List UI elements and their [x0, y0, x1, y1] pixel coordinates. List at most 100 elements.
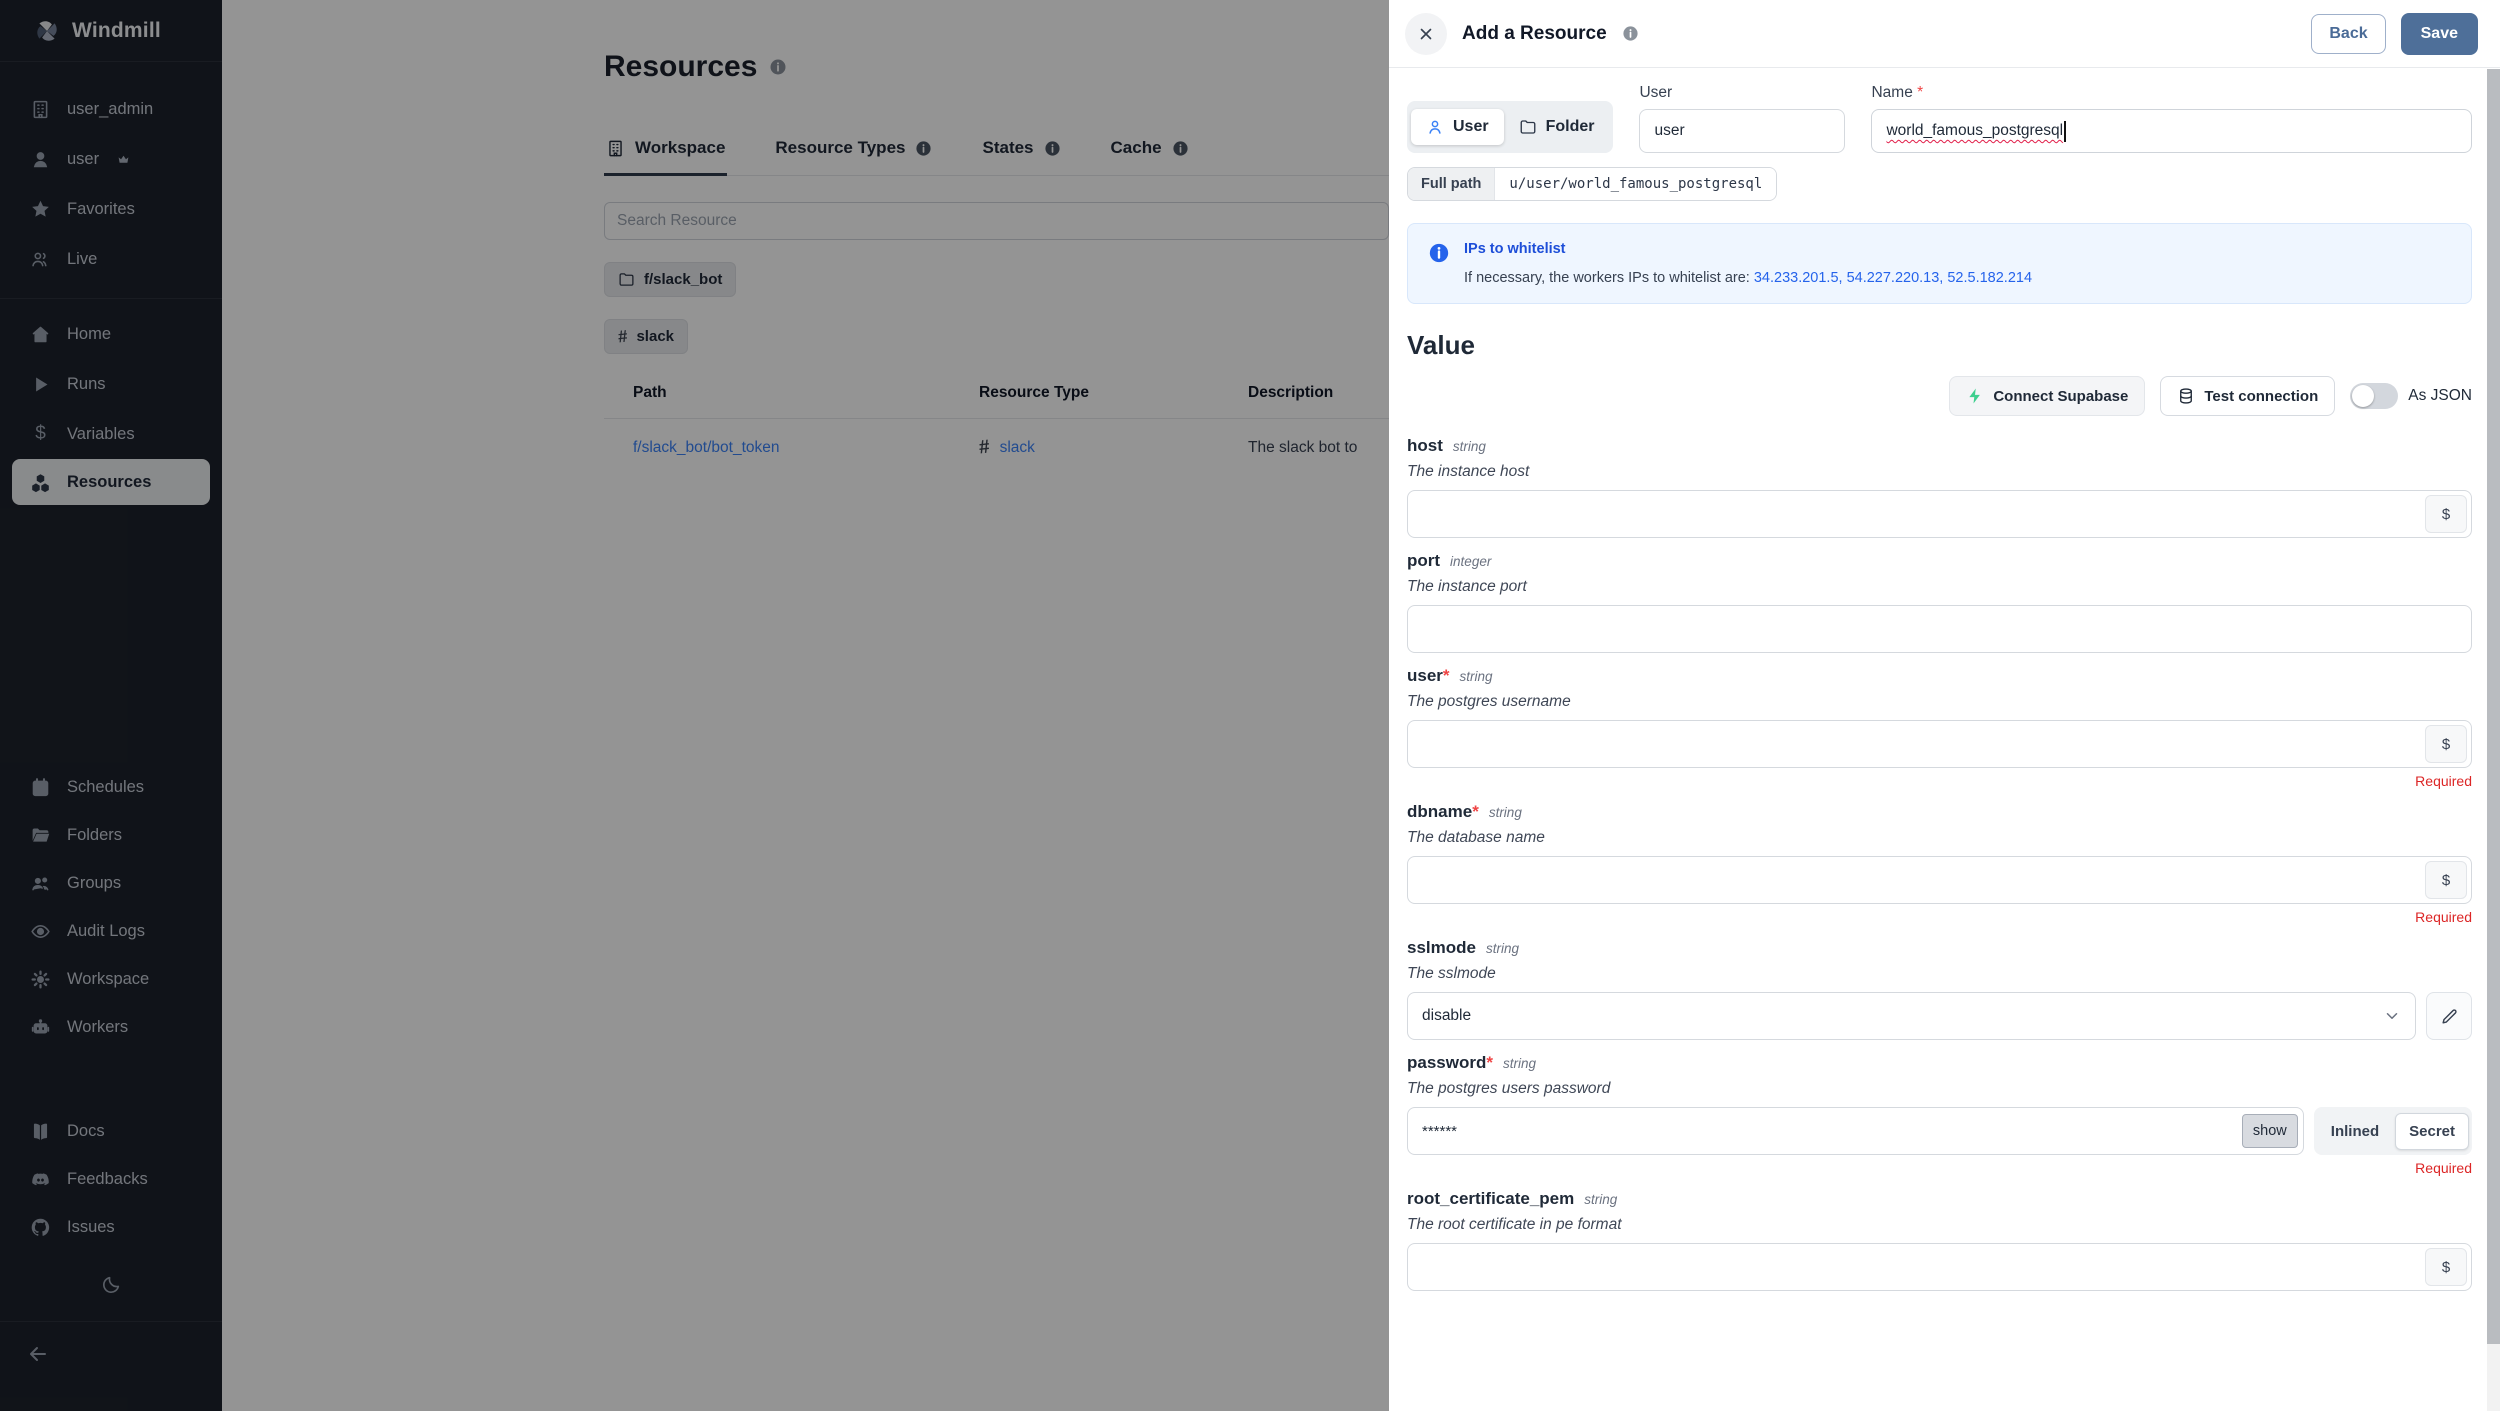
drawer-body: User Folder User Name * world_famous_pos… — [1389, 68, 2500, 1411]
field-description: The postgres users password — [1407, 1080, 2472, 1098]
user-input[interactable] — [1639, 109, 1845, 153]
pg-user-input[interactable] — [1407, 720, 2472, 768]
required-asterisk: * — [1443, 666, 1450, 685]
database-icon — [2177, 387, 2195, 405]
test-connection-button[interactable]: Test connection — [2160, 376, 2335, 416]
sslmode-selected-value: disable — [1422, 1007, 1471, 1025]
field-port: port integer The instance port — [1407, 551, 2472, 653]
field-description: The database name — [1407, 829, 2472, 847]
variable-picker-button[interactable]: $ — [2425, 861, 2467, 899]
field-type: string — [1486, 941, 1519, 956]
variable-picker-button[interactable]: $ — [2425, 1248, 2467, 1286]
name-input[interactable]: world_famous_postgresql — [1871, 109, 2472, 153]
field-name: sslmode — [1407, 938, 1476, 958]
field-type: string — [1489, 805, 1522, 820]
required-asterisk: * — [1472, 802, 1479, 821]
owner-folder-label: Folder — [1546, 118, 1595, 136]
scrollbar-thumb[interactable] — [2487, 69, 2500, 1344]
chevron-down-icon — [2383, 1007, 2401, 1025]
ips-whitelist-text: If necessary, the workers IPs to whiteli… — [1464, 270, 2032, 286]
field-type: string — [1460, 669, 1493, 684]
as-json-toggle-wrap: As JSON — [2350, 383, 2472, 409]
sslmode-select[interactable]: disable — [1407, 992, 2416, 1040]
save-button[interactable]: Save — [2401, 13, 2478, 55]
field-host: host string The instance host $ — [1407, 436, 2472, 538]
show-password-button[interactable]: show — [2242, 1114, 2298, 1148]
drawer-scrollbar[interactable] — [2487, 69, 2500, 1411]
close-icon — [1417, 25, 1435, 43]
close-drawer-button[interactable] — [1405, 13, 1447, 55]
field-name: user* — [1407, 666, 1450, 686]
owner-and-name-row: User Folder User Name * world_famous_pos… — [1407, 84, 2472, 153]
field-name: dbname* — [1407, 802, 1479, 822]
back-button[interactable]: Back — [2311, 14, 2385, 54]
inlined-segment[interactable]: Inlined — [2317, 1113, 2393, 1150]
field-password: password* string The postgres users pass… — [1407, 1053, 2472, 1176]
name-field-label: Name * — [1871, 84, 2472, 102]
required-note: Required — [1407, 909, 2472, 925]
dbname-input[interactable] — [1407, 856, 2472, 904]
as-json-label: As JSON — [2408, 387, 2472, 405]
full-path-value: u/user/world_famous_postgresql — [1494, 168, 1776, 200]
add-resource-drawer: Add a Resource Back Save User Folder — [1389, 0, 2500, 1411]
drawer-header: Add a Resource Back Save — [1389, 0, 2500, 68]
variable-picker-button[interactable]: $ — [2425, 495, 2467, 533]
owner-folder-segment[interactable]: Folder — [1504, 109, 1610, 145]
schema-form: host string The instance host $ port int… — [1407, 436, 2472, 1291]
variable-picker-button[interactable]: $ — [2425, 725, 2467, 763]
text-caret — [2064, 121, 2066, 142]
field-sslmode: sslmode string The sslmode disable — [1407, 938, 2472, 1040]
ips-whitelist-title: IPs to whitelist — [1464, 241, 2032, 257]
resource-name-field: Name * world_famous_postgresql — [1871, 84, 2472, 153]
root-certificate-input[interactable] — [1407, 1243, 2472, 1291]
test-connection-label: Test connection — [2204, 388, 2318, 405]
info-icon[interactable] — [1622, 25, 1639, 42]
field-description: The instance host — [1407, 463, 2472, 481]
full-path-pill: Full path u/user/world_famous_postgresql — [1407, 167, 1777, 201]
field-type: string — [1584, 1192, 1617, 1207]
field-root-certificate-pem: root_certificate_pem string The root cer… — [1407, 1189, 2472, 1291]
ips-whitelist-content: IPs to whitelist If necessary, the worke… — [1464, 241, 2032, 286]
connect-supabase-label: Connect Supabase — [1993, 388, 2128, 405]
required-note: Required — [1407, 773, 2472, 789]
password-input[interactable] — [1407, 1107, 2304, 1155]
password-storage-toggle: Inlined Secret — [2314, 1107, 2472, 1155]
info-icon — [1428, 242, 1450, 264]
required-note: Required — [1407, 1160, 2472, 1176]
field-type: integer — [1450, 554, 1491, 569]
field-name: host — [1407, 436, 1443, 456]
field-name: password* — [1407, 1053, 1493, 1073]
user-field-label: User — [1639, 84, 1845, 102]
person-icon — [1426, 118, 1444, 136]
field-name: root_certificate_pem — [1407, 1189, 1574, 1209]
drawer-backdrop[interactable] — [0, 0, 1389, 1411]
ips-whitelist-info-box: IPs to whitelist If necessary, the worke… — [1407, 223, 2472, 304]
folder-icon — [1519, 118, 1537, 136]
name-input-value: world_famous_postgresql — [1886, 122, 2063, 140]
field-description: The postgres username — [1407, 693, 2472, 711]
connect-supabase-button[interactable]: Connect Supabase — [1949, 376, 2145, 416]
value-actions-row: Connect Supabase Test connection As JSON — [1407, 376, 2472, 416]
toggle-knob — [2352, 385, 2374, 407]
host-input[interactable] — [1407, 490, 2472, 538]
field-type: string — [1503, 1056, 1536, 1071]
port-input[interactable] — [1407, 605, 2472, 653]
lightning-bolt-icon — [1966, 387, 1984, 405]
drawer-title: Add a Resource — [1462, 23, 1607, 45]
secret-segment[interactable]: Secret — [2395, 1113, 2469, 1150]
pencil-icon — [2440, 1007, 2459, 1026]
required-asterisk: * — [1917, 84, 1923, 101]
field-description: The root certificate in pe format — [1407, 1216, 2472, 1234]
owner-user-label: User — [1453, 118, 1489, 136]
required-asterisk: * — [1486, 1053, 1493, 1072]
full-path-label: Full path — [1408, 168, 1494, 200]
app-window: Windmill user_admin user Favorites Live — [0, 0, 2500, 1411]
owner-user-field: User — [1639, 84, 1845, 153]
value-section-title: Value — [1407, 330, 2472, 361]
field-name: port — [1407, 551, 1440, 571]
as-json-toggle[interactable] — [2350, 383, 2398, 409]
ips-list: 34.233.201.5, 54.227.220.13, 52.5.182.21… — [1754, 270, 2032, 286]
field-description: The instance port — [1407, 578, 2472, 596]
edit-sslmode-button[interactable] — [2426, 992, 2472, 1040]
owner-user-segment[interactable]: User — [1411, 109, 1504, 145]
